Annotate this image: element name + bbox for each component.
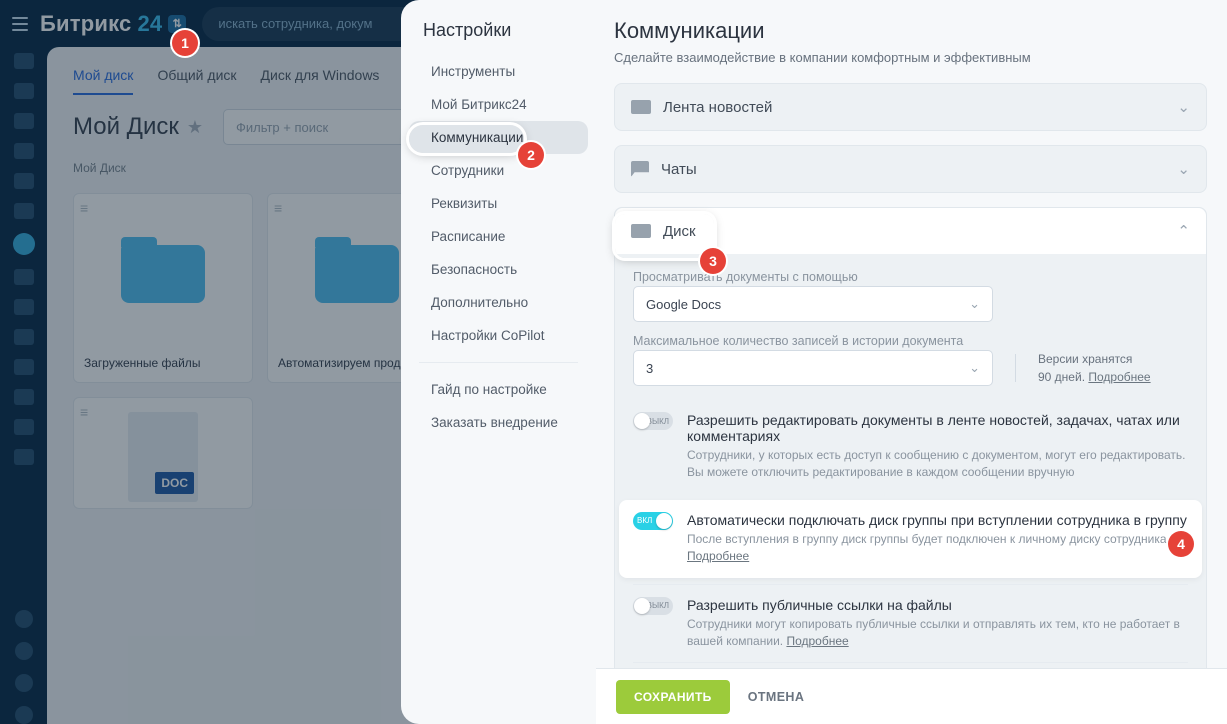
section-disk: Диск ⌃ Просматривать документы с помощью… [614,207,1207,724]
page-heading: Коммуникации [614,18,1207,44]
settings-title: Настройки [401,14,596,55]
settings-nav-item[interactable]: Инструменты [409,55,588,88]
section-disk-label: Диск [663,223,696,240]
disk-icon [631,224,651,238]
settings-nav-item[interactable]: Дополнительно [409,286,588,319]
annotation-1: 1 [172,30,198,56]
settings-panel: Настройки ИнструментыМой Битрикс24Коммун… [401,0,1227,724]
versions-line2: 90 дней. [1038,370,1085,384]
setting-desc: Сотрудники, у которых есть доступ к сооб… [687,447,1188,482]
settings-nav-item[interactable]: Безопасность [409,253,588,286]
toggle[interactable]: ВЫКЛ [633,597,673,615]
settings-nav-item[interactable]: Реквизиты [409,187,588,220]
settings-nav-item[interactable]: Настройки CoPilot [409,319,588,352]
viewer-value: Google Docs [646,297,721,312]
section-disk-header[interactable]: Диск ⌃ [615,208,1206,254]
history-value: 3 [646,361,653,376]
versions-info: Версии хранятся 90 дней. Подробнее [1038,350,1151,386]
settings-nav-item[interactable]: Коммуникации [409,121,588,154]
section-chats[interactable]: Чаты ⌄ [615,146,1206,192]
versions-line1: Версии хранятся [1038,350,1151,368]
cancel-button[interactable]: ОТМЕНА [748,690,805,704]
chat-icon [631,161,649,177]
section-feed-label: Лента новостей [663,99,772,116]
setting-desc: После вступления в группу диск группы бу… [687,531,1188,566]
setting-row: ВКЛ Автоматически подключать диск группы … [619,500,1202,578]
versions-more-link[interactable]: Подробнее [1088,370,1150,384]
setting-more-link[interactable]: Подробнее [786,634,848,648]
history-select[interactable]: 3 ⌄ [633,350,993,386]
settings-help-item[interactable]: Гайд по настройке [409,373,588,406]
setting-title: Разрешить публичные ссылки на файлы [687,597,1188,613]
setting-more-link[interactable]: Подробнее [687,549,749,563]
annotation-2: 2 [518,142,544,168]
annotation-3: 3 [700,248,726,274]
chevron-down-icon: ⌄ [1177,160,1190,178]
feed-icon [631,100,651,114]
save-button[interactable]: СОХРАНИТЬ [616,680,730,714]
toggle[interactable]: ВЫКЛ [633,412,673,430]
setting-desc: Сотрудники могут копировать публичные сс… [687,616,1188,651]
settings-nav-item[interactable]: Сотрудники [409,154,588,187]
settings-help-item[interactable]: Заказать внедрение [409,406,588,439]
setting-row: ВЫКЛ Разрешить публичные ссылки на файлы С… [633,584,1188,663]
section-feed[interactable]: Лента новостей ⌄ [615,84,1206,130]
setting-title: Разрешить редактировать документы в лент… [687,412,1188,444]
chevron-down-icon: ⌄ [1177,98,1190,116]
page-subtitle: Сделайте взаимодействие в компании комфо… [614,50,1207,65]
setting-row: ВЫКЛ Разрешить редактировать документы в … [633,400,1188,494]
toggle[interactable]: ВКЛ [633,512,673,530]
annotation-4: 4 [1168,531,1194,557]
settings-nav-item[interactable]: Мой Битрикс24 [409,88,588,121]
section-chats-label: Чаты [661,161,697,178]
history-label: Максимальное количество записей в истори… [633,334,1188,348]
settings-nav-item[interactable]: Расписание [409,220,588,253]
setting-title: Автоматически подключать диск группы при… [687,512,1188,528]
chevron-up-icon: ⌃ [1177,222,1190,240]
viewer-select[interactable]: Google Docs ⌄ [633,286,993,322]
chevron-down-icon: ⌄ [969,296,980,312]
chevron-down-icon: ⌄ [969,360,980,376]
